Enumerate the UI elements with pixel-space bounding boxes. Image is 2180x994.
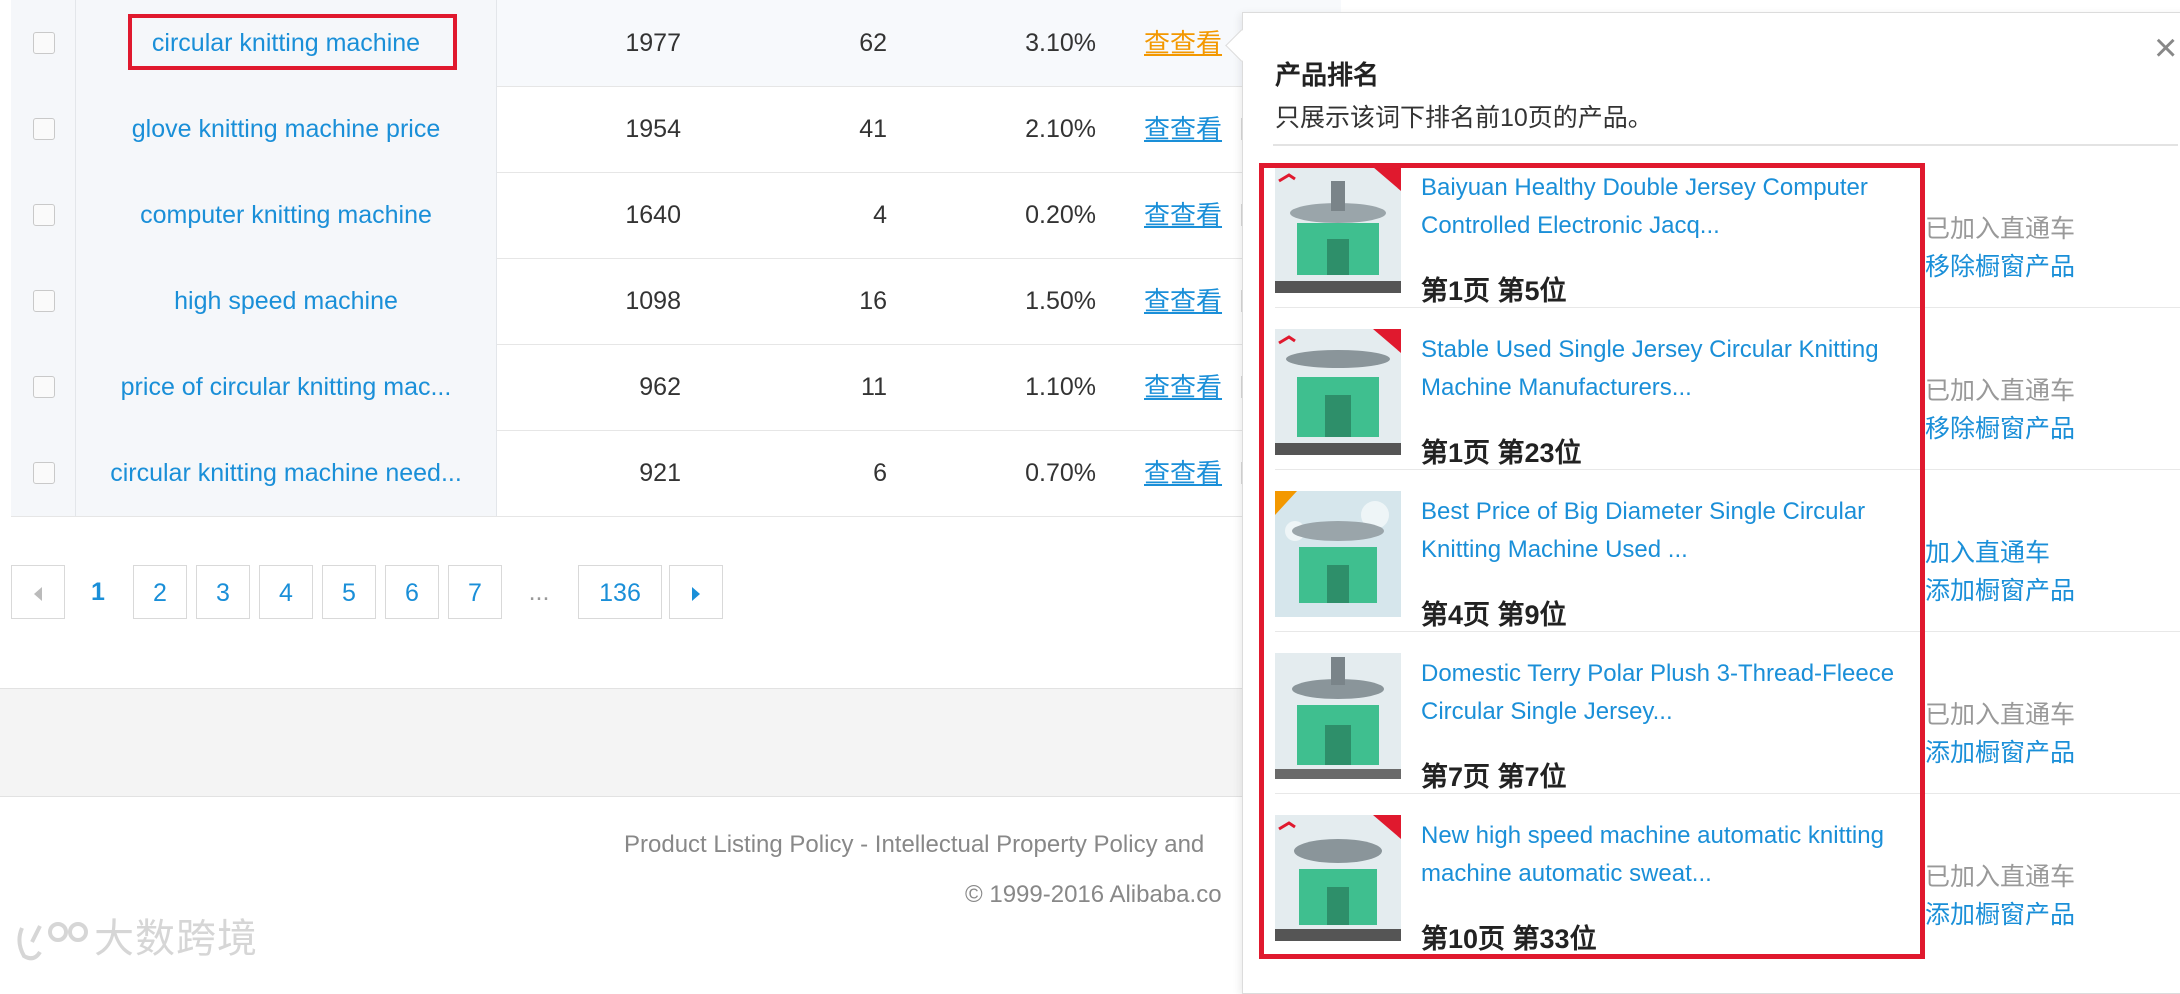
value-3: 2.10%	[1025, 115, 1096, 143]
add-p4p-link[interactable]: 加入直通车	[1925, 533, 2050, 569]
view-link[interactable]: 查查看	[1144, 344, 1222, 430]
value-2: 41	[859, 115, 887, 143]
value-1: 1977	[625, 29, 681, 57]
table-row: price of circular knitting mac... 962 11…	[11, 344, 1341, 431]
row-checkbox[interactable]	[33, 204, 55, 226]
row-checkbox[interactable]	[33, 376, 55, 398]
keyword-link[interactable]: high speed machine	[76, 258, 497, 344]
keyword-link[interactable]: computer knitting machine	[76, 172, 497, 258]
view-link[interactable]: 查查看	[1144, 86, 1222, 172]
arrow-left-icon	[34, 587, 42, 602]
page-button-last[interactable]: 136	[578, 565, 662, 619]
value-3: 1.10%	[1025, 373, 1096, 401]
showcase-action-link[interactable]: 添加橱窗产品	[1925, 733, 2075, 769]
value-2: 16	[859, 287, 887, 315]
showcase-action-link[interactable]: 移除橱窗产品	[1925, 409, 2075, 445]
page-button[interactable]: 2	[133, 565, 187, 619]
table-row: circular knitting machine need... 921 6 …	[11, 430, 1341, 517]
view-link[interactable]: 查查看	[1144, 172, 1222, 258]
product-list-highlight-box	[1259, 163, 1925, 959]
value-2: 4	[873, 201, 887, 229]
row-checkbox[interactable]	[33, 118, 55, 140]
showcase-action-link[interactable]: 移除橱窗产品	[1925, 247, 2075, 283]
next-page-button[interactable]	[669, 565, 723, 619]
popup-title: 产品排名	[1275, 60, 1380, 90]
table-row: computer knitting machine 1640 4 0.20% 查…	[11, 172, 1341, 259]
page-button[interactable]: 5	[322, 565, 376, 619]
value-3: 0.70%	[1025, 459, 1096, 487]
value-2: 62	[859, 29, 887, 57]
showcase-action-link[interactable]: 添加橱窗产品	[1925, 571, 2075, 607]
p4p-status: 已加入直通车	[1925, 863, 2076, 891]
value-3: 1.50%	[1025, 287, 1096, 315]
view-link[interactable]: 查查看	[1144, 0, 1222, 86]
value-1: 921	[639, 459, 681, 487]
footer-copyright: © 1999-2016 Alibaba.co	[965, 881, 1222, 908]
footer-links[interactable]: Product Listing Policy - Intellectual Pr…	[624, 831, 1204, 859]
keyword-link[interactable]: price of circular knitting mac...	[76, 344, 497, 430]
watermark-icon	[17, 922, 88, 961]
p4p-status: 已加入直通车	[1925, 701, 2076, 729]
watermark-text: 大数跨境	[94, 917, 258, 961]
table-row: glove knitting machine price 1954 41 2.1…	[11, 86, 1341, 173]
value-1: 1954	[625, 115, 681, 143]
page-ellipsis: ...	[528, 578, 550, 606]
view-link[interactable]: 查查看	[1144, 430, 1222, 516]
row-checkbox[interactable]	[33, 290, 55, 312]
prev-page-button[interactable]	[11, 565, 65, 619]
value-2: 6	[873, 459, 887, 487]
popup-subtitle: 只展示该词下排名前10页的产品。	[1275, 104, 1653, 132]
divider	[1273, 144, 2178, 146]
view-link[interactable]: 查查看	[1144, 258, 1222, 344]
table-row: high speed machine 1098 16 1.50% 查查看	[11, 258, 1341, 345]
page-current: 1	[91, 578, 105, 606]
row-checkbox[interactable]	[33, 32, 55, 54]
close-icon[interactable]: ×	[2154, 28, 2177, 68]
watermark-logo: 大数跨境	[14, 906, 258, 964]
p4p-status: 已加入直通车	[1925, 377, 2076, 405]
p4p-status: 已加入直通车	[1925, 215, 2076, 243]
arrow-right-icon	[692, 587, 700, 602]
page-button[interactable]: 7	[448, 565, 502, 619]
value-3: 0.20%	[1025, 201, 1096, 229]
showcase-action-link[interactable]: 添加橱窗产品	[1925, 895, 2075, 931]
keyword-link[interactable]: circular knitting machine need...	[76, 430, 497, 516]
value-1: 1098	[625, 287, 681, 315]
value-1: 1640	[625, 201, 681, 229]
page-button[interactable]: 4	[259, 565, 313, 619]
value-2: 11	[861, 373, 887, 401]
row-checkbox[interactable]	[33, 462, 55, 484]
page-button[interactable]: 6	[385, 565, 439, 619]
keyword-link[interactable]: glove knitting machine price	[76, 86, 497, 172]
keyword-highlight-box	[128, 14, 457, 70]
value-1: 962	[639, 373, 681, 401]
value-3: 3.10%	[1025, 29, 1096, 57]
page-button[interactable]: 3	[196, 565, 250, 619]
